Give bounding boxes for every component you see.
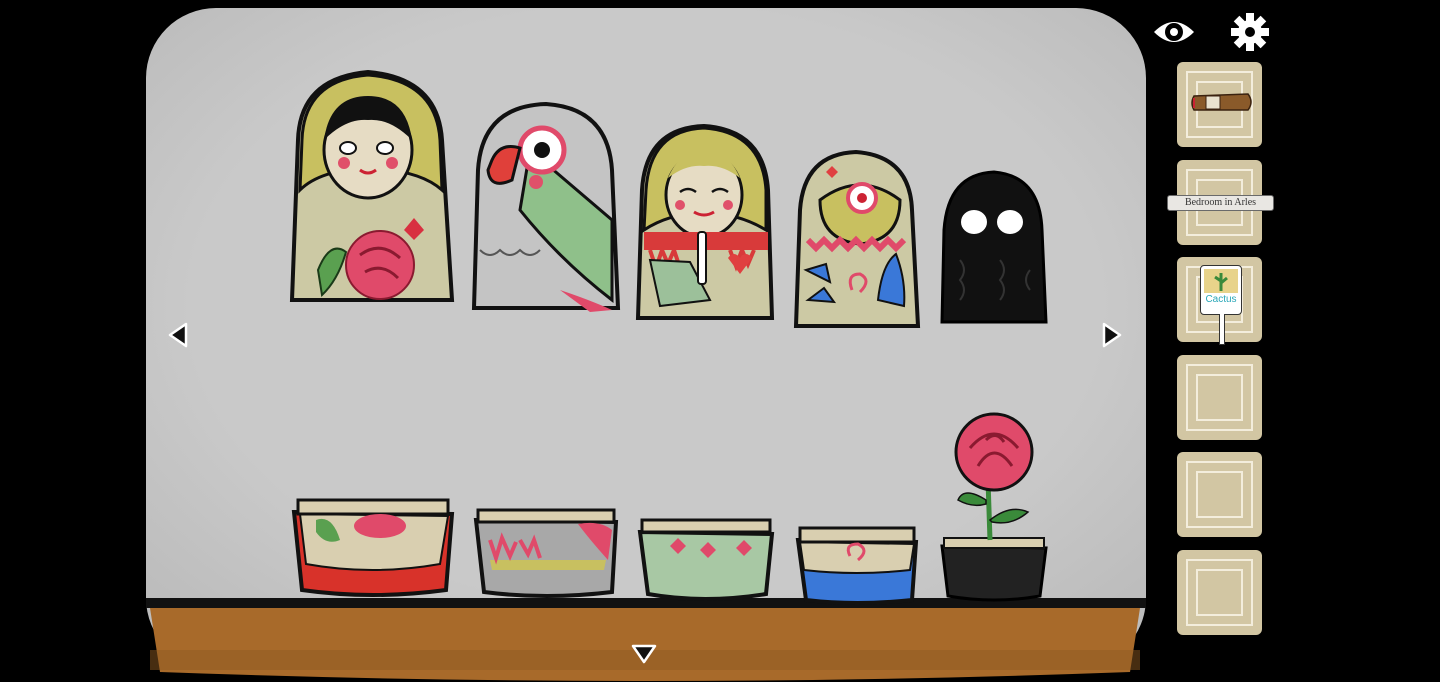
arrow-right-icon[interactable]	[1096, 320, 1126, 350]
girl-knife-doll-icon[interactable]	[635, 123, 775, 320]
inventory-slot-4[interactable]	[1177, 355, 1262, 440]
girl-doll-icon[interactable]	[289, 69, 455, 302]
inventory-slot-5[interactable]	[1177, 452, 1262, 537]
seed-packet-stick	[1219, 314, 1225, 345]
cigar-icon[interactable]	[1188, 90, 1256, 116]
cactus-icon	[1204, 269, 1238, 293]
arrow-left-icon[interactable]	[164, 320, 194, 350]
arrow-down-icon[interactable]	[629, 640, 659, 670]
red-rose-bottom-icon[interactable]	[291, 498, 455, 597]
owl-doll-icon[interactable]	[793, 149, 921, 328]
blue-bottom-icon[interactable]	[795, 526, 919, 605]
shadow-doll-icon[interactable]	[940, 170, 1048, 324]
eye-icon[interactable]	[1152, 12, 1196, 52]
cactus-seed-packet[interactable]: Cactus	[1200, 265, 1242, 345]
green-bottom-icon[interactable]	[637, 518, 775, 601]
gear-icon[interactable]	[1228, 12, 1272, 52]
painting-plaque[interactable]: Bedroom in Arles	[1167, 195, 1274, 211]
grey-bottom-icon[interactable]	[473, 508, 619, 598]
inventory-slot-6[interactable]	[1177, 550, 1262, 635]
plaque-label: Bedroom in Arles	[1184, 197, 1257, 208]
parrot-doll-icon[interactable]	[471, 101, 621, 312]
seed-packet-label: Cactus	[1205, 294, 1237, 305]
